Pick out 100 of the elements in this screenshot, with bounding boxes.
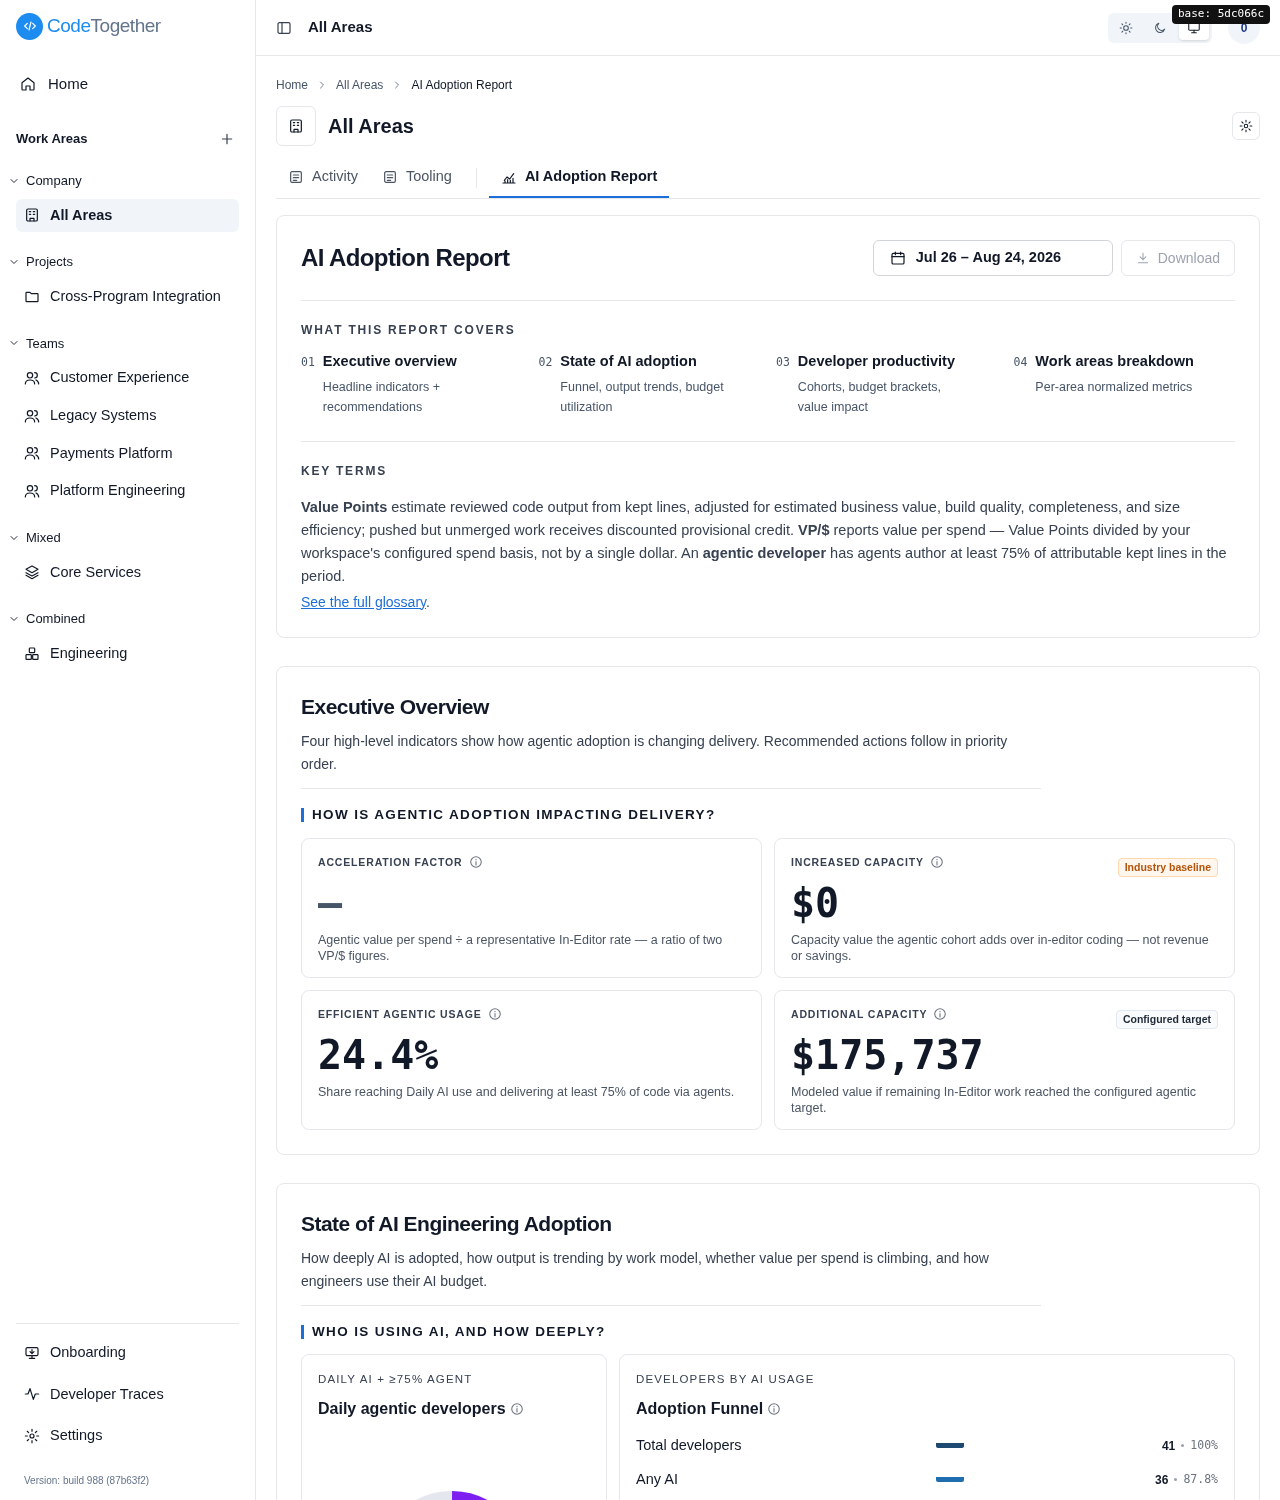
users-icon <box>24 407 40 424</box>
group-toggle[interactable]: Projects <box>8 252 239 272</box>
section-description: Four high-level indicators show how agentic adoption is changing delivery. Recommended actions follow in priority order. <box>301 730 1041 790</box>
card-title: Daily agentic developers <box>318 1398 506 1419</box>
sidebar-item[interactable]: Customer Experience <box>16 361 239 395</box>
cover-number: 01 <box>301 354 315 371</box>
sidebar-footer-item[interactable]: Onboarding <box>16 1335 239 1370</box>
section-title: Executive Overview <box>301 693 491 720</box>
section-label: KEY TERMS <box>301 462 388 480</box>
settings-button[interactable] <box>1232 112 1260 140</box>
sidebar-item[interactable]: All Areas <box>16 198 239 233</box>
users-icon <box>24 369 40 386</box>
funnel-count: 41 <box>1161 1437 1176 1455</box>
accent-bar <box>301 1325 304 1340</box>
section-question: HOW IS AGENTIC ADOPTION IMPACTING DELIVERY? <box>312 806 716 825</box>
brand-name: CodeTogether <box>47 14 161 38</box>
cover-description: Per-area normalized metrics <box>1035 378 1194 396</box>
cover-title: State of AI adoption <box>560 352 698 371</box>
users-icon <box>24 445 40 462</box>
cover-title: Executive overview <box>322 352 458 371</box>
accent-bar <box>301 808 304 823</box>
calendar-icon <box>889 250 906 266</box>
group-toggle[interactable]: Mixed <box>8 528 239 548</box>
breadcrumb-link[interactable]: All Areas <box>336 76 384 94</box>
breadcrumb-link[interactable]: Home <box>276 76 308 94</box>
build-tooltip: base: 5dc066c <box>1171 5 1270 24</box>
section-label: WHAT THIS REPORT COVERS <box>301 322 517 339</box>
cover-number: 02 <box>538 354 553 371</box>
info-icon <box>767 1401 782 1416</box>
moon-icon <box>1153 20 1167 35</box>
cover-number: 04 <box>1013 354 1028 371</box>
sidebar-toggle-icon <box>276 19 292 36</box>
breadcrumb-link[interactable]: AI Adoption Report <box>411 76 513 94</box>
sidebar-item[interactable]: Cross-Program Integration <box>16 279 239 314</box>
pulse-icon <box>24 1386 40 1403</box>
glossary-note: See the full glossary. <box>301 592 431 612</box>
sidebar-toggle-button[interactable] <box>276 19 292 36</box>
sidebar-footer-item[interactable]: Settings <box>16 1419 239 1453</box>
sidebar-item[interactable]: Legacy Systems <box>16 398 239 433</box>
document-icon <box>381 169 398 185</box>
tab[interactable]: AI Adoption Report <box>488 158 670 198</box>
metric-label: ACCELERATION FACTOR <box>318 854 463 870</box>
metric-label: INCREASED CAPACITY <box>791 854 924 870</box>
building-icon <box>24 207 40 224</box>
metric-description: Agentic value per spend ÷ a representative In-Editor rate — a ratio of two VP/$ figures. <box>318 932 724 965</box>
building-icon <box>288 118 304 134</box>
info-icon <box>509 1401 524 1416</box>
group-toggle[interactable]: Teams <box>8 333 239 353</box>
tab[interactable]: Activity <box>276 158 370 198</box>
page-title: All Areas <box>328 114 415 139</box>
group-toggle[interactable]: Combined <box>8 609 239 629</box>
glossary-link[interactable]: See the full glossary <box>301 593 427 610</box>
users-icon <box>24 483 40 500</box>
status-badge: Configured target <box>1115 1009 1218 1030</box>
metric-value: 24.4% <box>318 1031 440 1081</box>
plus-icon <box>219 131 235 147</box>
funnel-label: Total developers <box>636 1435 743 1455</box>
tab[interactable]: Tooling <box>369 158 464 198</box>
header-title: All Areas <box>308 17 373 38</box>
report-title: AI Adoption Report <box>301 243 511 273</box>
metric-description: Capacity value the agentic cohort adds over in-editor coding — not revenue or savings. <box>791 932 1210 965</box>
funnel-count: 36 <box>1155 1471 1169 1489</box>
boxes-icon <box>24 645 40 662</box>
card-title: Adoption Funnel <box>636 1398 764 1419</box>
section-description: How deeply AI is adopted, how output is trending by work model, whether value per spend is climbing, and how engineers use their AI budget. <box>301 1247 1041 1306</box>
cover-title: Work areas breakdown <box>1035 352 1195 371</box>
cover-description: Cohorts, budget brackets, value impact <box>797 378 942 416</box>
metric-value: $0 <box>791 879 841 929</box>
cover-description: Funnel, output trends, budget utilization <box>560 378 725 416</box>
sidebar-item[interactable]: Engineering <box>16 636 239 671</box>
cover-title: Developer productivity <box>797 352 956 371</box>
section-question: WHO IS USING AI, AND HOW DEEPLY? <box>312 1323 606 1341</box>
metric-value: $175,737 <box>791 1031 985 1081</box>
sidebar-item[interactable]: Platform Engineering <box>16 474 239 508</box>
sidebar-item[interactable]: Core Services <box>16 555 239 590</box>
home-icon <box>20 75 36 92</box>
status-badge: Industry baseline <box>1117 857 1218 878</box>
date-range-picker[interactable]: Jul 26 – Aug 24, 2026 <box>872 240 1113 276</box>
sidebar-footer-item[interactable]: Developer Traces <box>16 1377 239 1412</box>
version-label: Version: build 988 (87b63f2) <box>23 1474 151 1488</box>
info-icon <box>933 1007 948 1022</box>
sun-icon <box>1119 20 1133 35</box>
download-icon <box>1135 251 1150 265</box>
metric-description: Modeled value if remaining In-Editor work reached the configured agentic target. <box>791 1084 1198 1117</box>
metric-description: Share reaching Daily AI use and delivering at least 75% of code via agents. <box>318 1084 736 1101</box>
cover-number: 03 <box>776 354 790 371</box>
cover-description: Headline indicators + recommendations <box>322 378 441 416</box>
metric-label: ADDITIONAL CAPACITY <box>791 1006 928 1022</box>
card-eyebrow: DEVELOPERS BY AI USAGE <box>636 1372 816 1388</box>
document-icon <box>288 169 304 185</box>
metric-value: — <box>318 879 344 929</box>
group-toggle[interactable]: Company <box>8 171 239 191</box>
section-title: State of AI Engineering Adoption <box>301 1210 613 1237</box>
key-terms-paragraph: Value Points estimate reviewed code output from kept lines, adjusted for estimated business value, build quality, completeness, and size efficiency; pushed but unmerged work receives discounted provisional credit. VP/$ reports value per spend — Value Points divided by your workspace's configured spend basis, not by a single dollar. An agentic developer has agents author at least 75% of attributable kept lines in the period. <box>301 497 1228 586</box>
home-link[interactable]: Home <box>16 68 239 99</box>
logo-icon <box>16 12 43 40</box>
funnel-label: Any AI <box>636 1469 679 1489</box>
sidebar-item[interactable]: Payments Platform <box>16 436 239 471</box>
layers-icon <box>24 564 40 581</box>
info-icon <box>929 855 944 870</box>
